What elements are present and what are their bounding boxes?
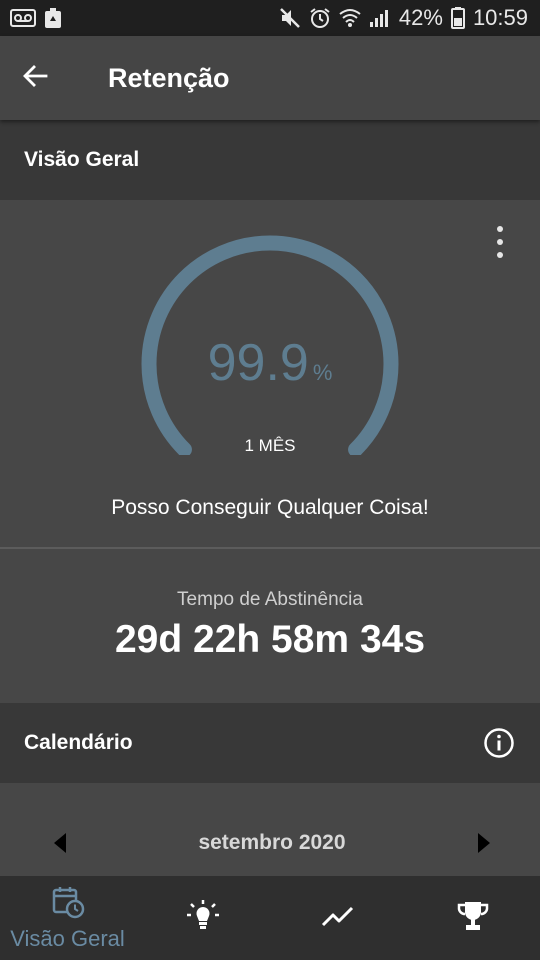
month-label: setembro 2020 bbox=[198, 831, 346, 854]
nav-item-achievements[interactable] bbox=[405, 876, 540, 960]
battery-percent: 42% bbox=[398, 5, 443, 30]
signal-icon bbox=[369, 8, 391, 28]
status-bar: 42% 10:59 bbox=[0, 0, 540, 36]
next-month-button[interactable] bbox=[472, 828, 496, 858]
divider bbox=[0, 547, 540, 549]
wifi-icon bbox=[339, 8, 361, 28]
trophy-icon bbox=[456, 899, 490, 938]
status-bar-right: 42% 10:59 bbox=[279, 5, 528, 31]
motto-text: Posso Conseguir Qualquer Coisa! bbox=[111, 496, 429, 519]
abstinence-label: Tempo de Abstinência bbox=[177, 589, 363, 610]
gauge-unit: % bbox=[312, 360, 333, 385]
calendar-clock-icon bbox=[51, 885, 85, 924]
nav-item-overview[interactable]: Visão Geral bbox=[0, 876, 135, 960]
overview-header: Visão Geral bbox=[0, 120, 540, 200]
prev-month-button[interactable] bbox=[48, 828, 72, 858]
nav-item-tips[interactable] bbox=[135, 876, 270, 960]
alarm-icon bbox=[309, 7, 331, 29]
calendar-header-label: Calendário bbox=[24, 731, 133, 754]
more-vert-icon[interactable] bbox=[488, 226, 512, 258]
info-icon[interactable] bbox=[482, 726, 516, 760]
arrow-left-icon bbox=[22, 63, 48, 94]
gauge-period-label: 1 MÊS bbox=[244, 436, 296, 455]
voicemail-icon bbox=[10, 8, 36, 28]
app-screen: 42% 10:59 Retenção Visão Geral 99.9 % 1 … bbox=[0, 0, 540, 960]
lightbulb-icon bbox=[185, 898, 221, 939]
gauge-number: 99.9 bbox=[207, 334, 309, 392]
abstinence-timer: 29d 22h 58m 34s bbox=[114, 618, 426, 661]
calendar-area: setembro 2020 bbox=[0, 783, 540, 876]
triangle-left-icon bbox=[54, 833, 66, 853]
mute-icon bbox=[279, 7, 301, 29]
battery-icon bbox=[450, 7, 465, 29]
trending-up-icon bbox=[321, 904, 355, 933]
page-title: Retenção bbox=[108, 62, 230, 93]
nav-item-progress[interactable] bbox=[270, 876, 405, 960]
triangle-right-icon bbox=[478, 833, 490, 853]
gauge-value: 99.9% bbox=[0, 333, 540, 393]
bottom-nav: Visão Geral bbox=[0, 876, 540, 960]
calendar-header: Calendário bbox=[0, 703, 540, 783]
overview-card: 99.9% 1 MÊS Posso Conseguir Qualquer Coi… bbox=[0, 200, 540, 703]
overview-header-label: Visão Geral bbox=[24, 148, 140, 171]
nav-label-overview: Visão Geral bbox=[10, 925, 125, 951]
status-bar-left bbox=[10, 7, 62, 29]
back-button[interactable] bbox=[0, 36, 70, 120]
month-navigator: setembro 2020 bbox=[0, 823, 540, 863]
app-bar: Retenção bbox=[0, 36, 540, 120]
recycle-icon bbox=[44, 7, 62, 29]
status-time: 10:59 bbox=[472, 5, 528, 30]
